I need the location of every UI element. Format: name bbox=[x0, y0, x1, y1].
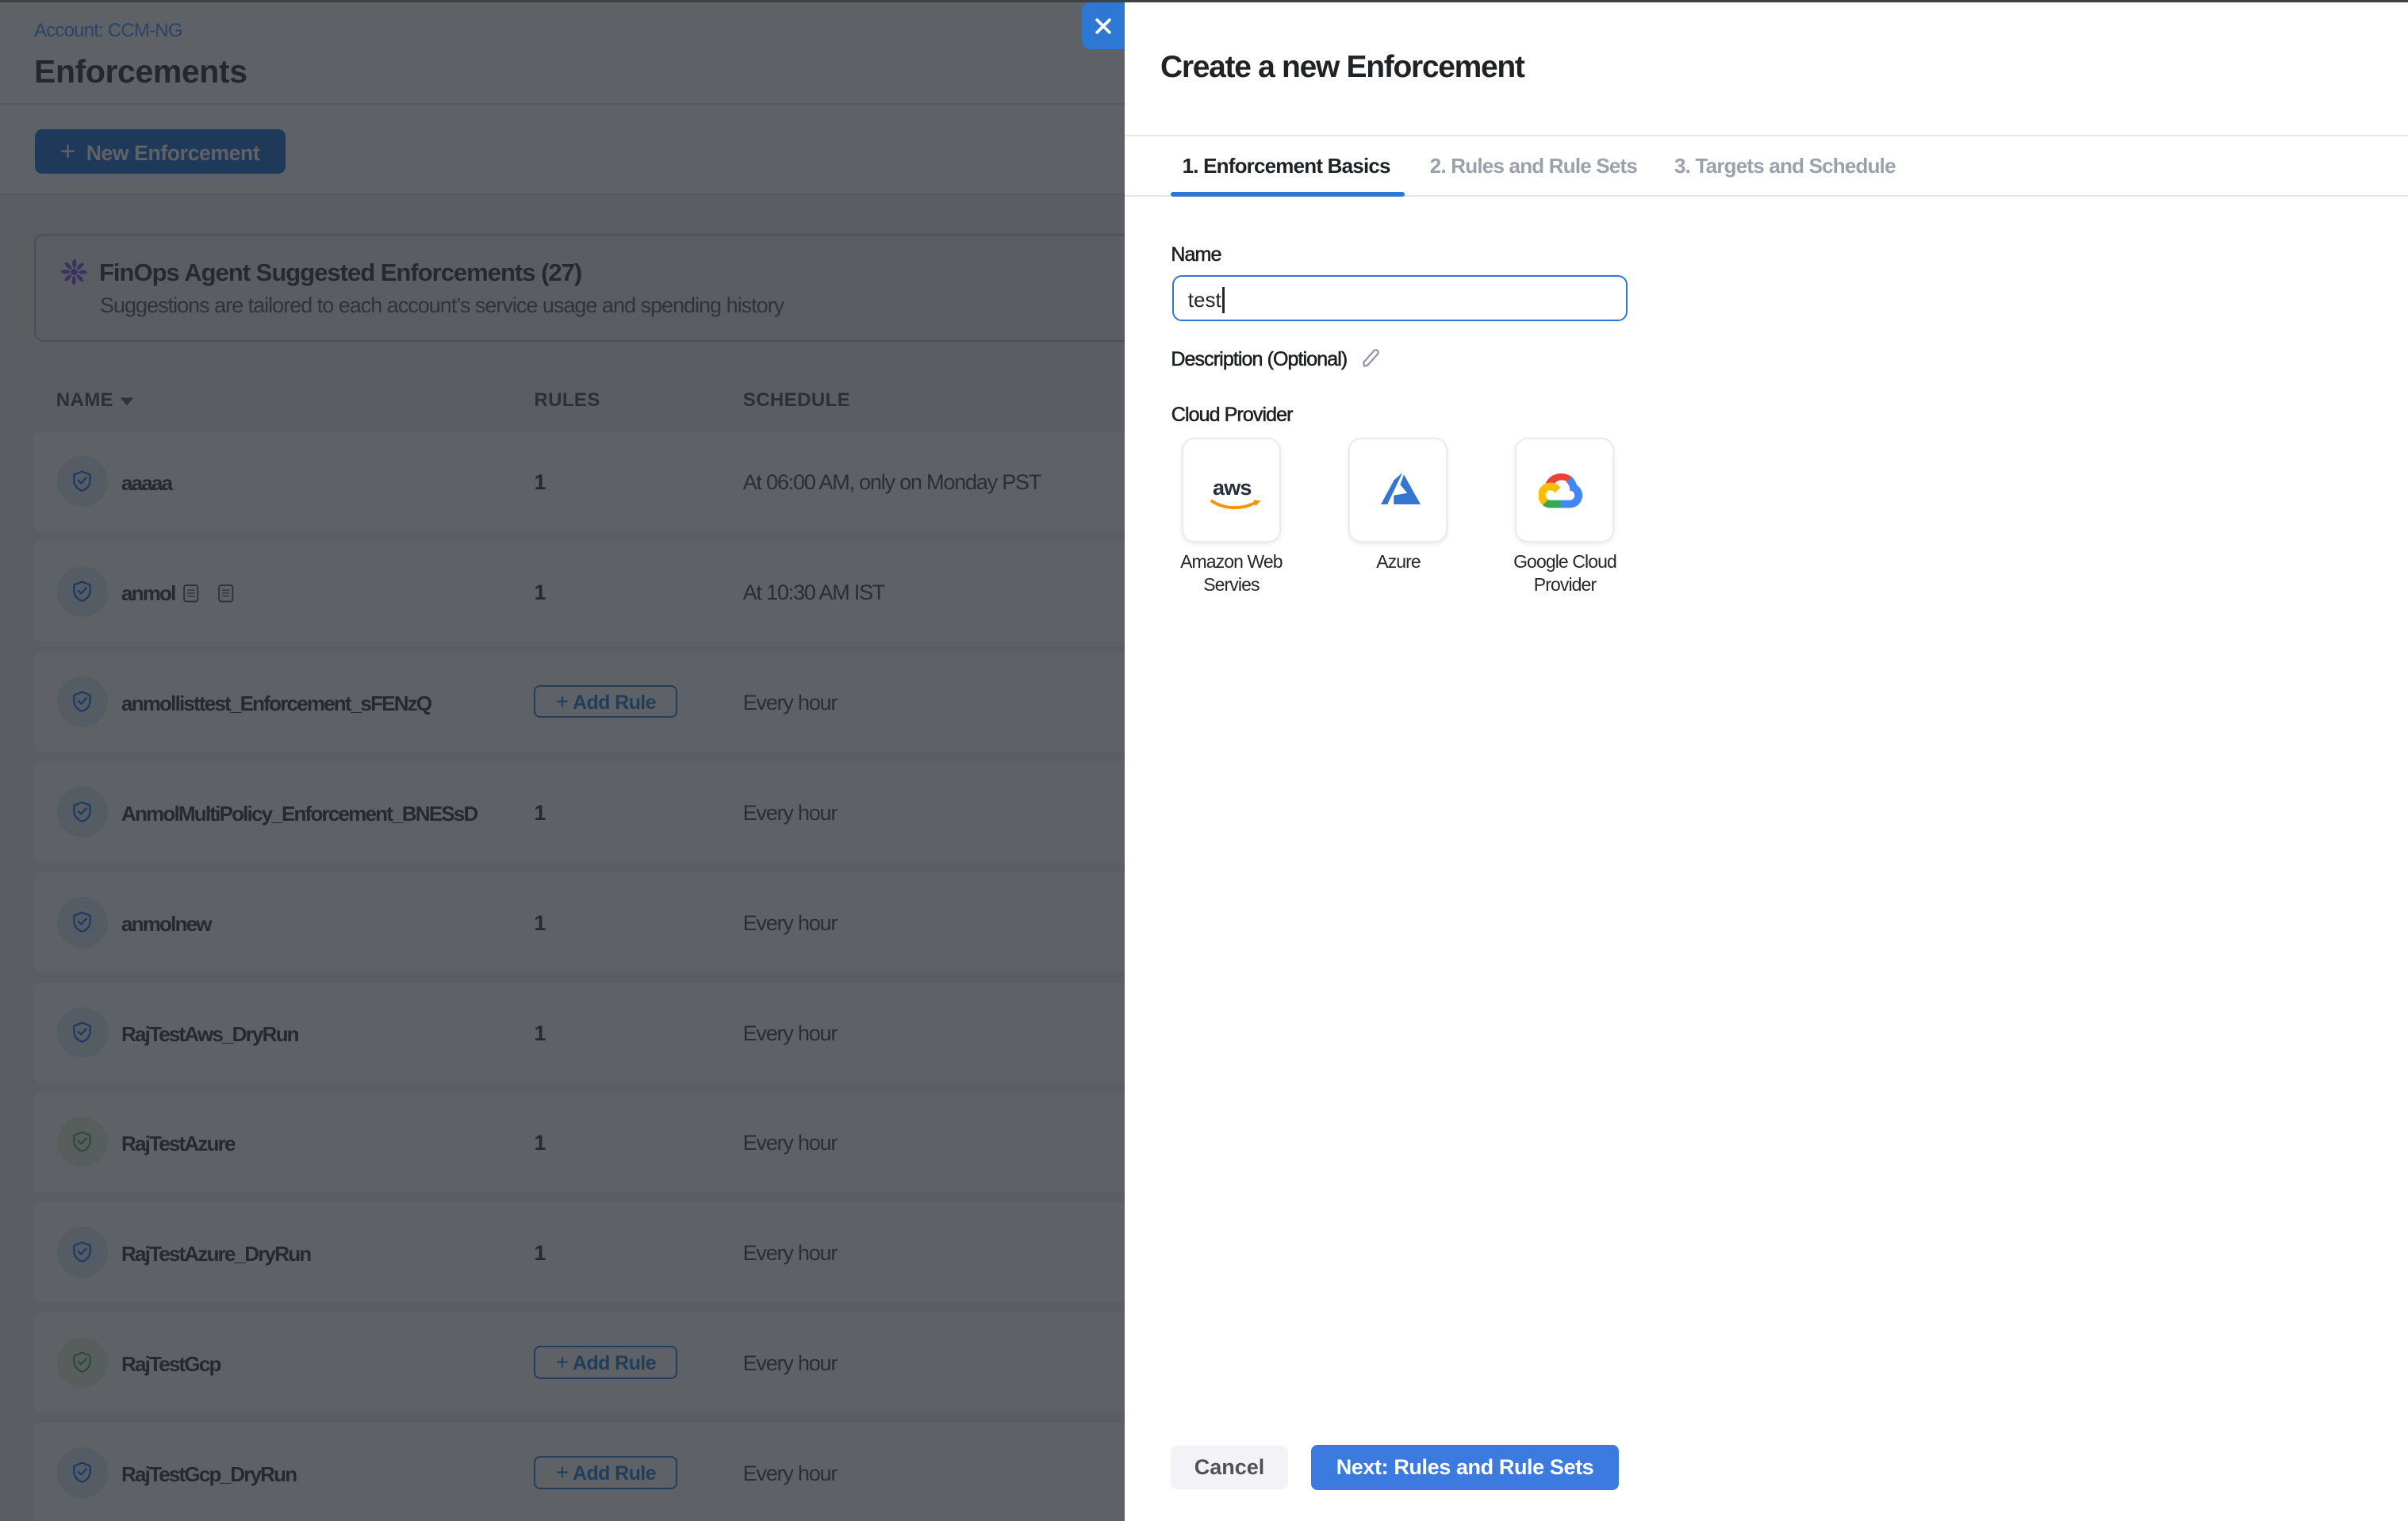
svg-text:aws: aws bbox=[1213, 476, 1252, 500]
